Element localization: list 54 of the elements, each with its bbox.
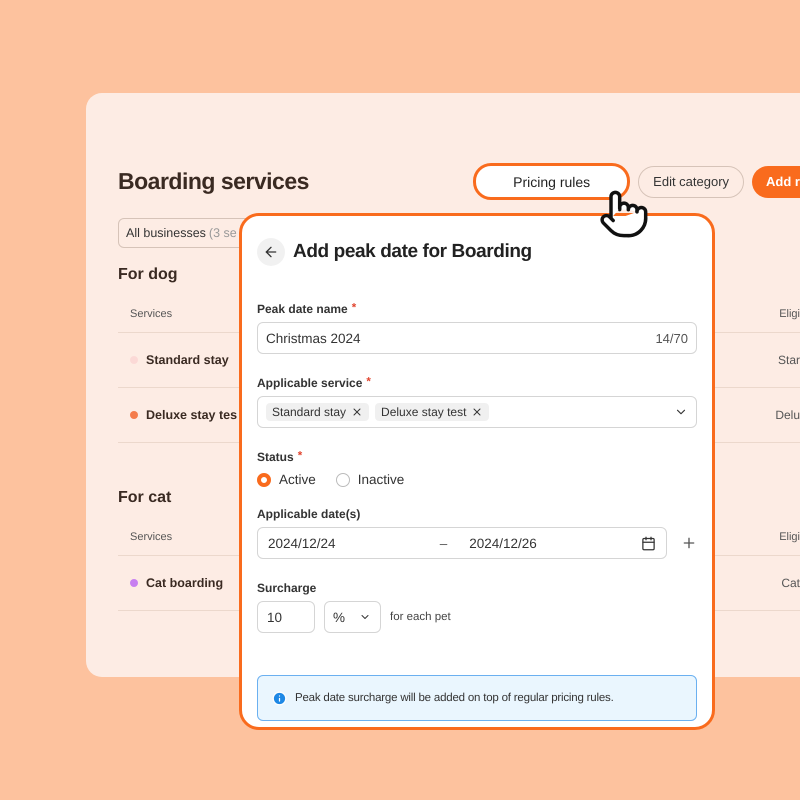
radio-label: Inactive [358, 472, 404, 487]
radio-circle[interactable] [336, 472, 350, 486]
service-name: Standard stay [146, 353, 229, 367]
service-tag: Deluxe stay test [375, 403, 490, 421]
table-cell: Delu [775, 408, 800, 422]
calendar-icon [640, 536, 656, 550]
plus-icon[interactable] [681, 535, 697, 551]
field-label: Peak date name [257, 302, 348, 316]
field-label: Status [257, 450, 294, 464]
start-date: 2024/12/24 [268, 536, 336, 550]
required-asterisk: * [352, 302, 356, 314]
dialog-title: Add peak date for Boarding [293, 241, 532, 263]
field-label: Applicable date(s) [257, 507, 360, 521]
edit-button[interactable]: Edit category [638, 166, 744, 198]
service-name: Cat boarding [146, 576, 224, 590]
status-radio[interactable]: Inactive [336, 472, 404, 487]
table-cell: Cat [781, 576, 800, 590]
back-arrow-icon [263, 244, 279, 260]
service-select[interactable]: Standard stay Deluxe stay test [257, 396, 697, 428]
surcharge-input[interactable]: 10 [257, 601, 315, 633]
name-input[interactable]: Christmas 2024 14/70 [257, 322, 697, 354]
unit-select[interactable]: % [324, 601, 381, 633]
character-counter: 14/70 [655, 330, 688, 346]
info-icon [272, 690, 287, 706]
column-header: Eligi [779, 531, 800, 543]
column-header: Eligi [779, 308, 800, 320]
close-icon[interactable] [471, 406, 484, 418]
table-cell: Star [778, 353, 800, 367]
column-header: Services [130, 308, 172, 320]
column-header: Services [130, 531, 172, 543]
input-value: Christmas 2024 [266, 330, 361, 346]
radio-label: Active [279, 472, 316, 487]
field-label: Surcharge [257, 581, 316, 595]
unit-value: % [333, 610, 346, 624]
page-title: Boarding services [118, 168, 309, 195]
back-button[interactable] [257, 238, 285, 266]
date-range-field[interactable]: 2024/12/24 – 2024/12/26 [257, 527, 667, 559]
required-asterisk: * [366, 376, 371, 388]
filter-value: All businesses [126, 226, 206, 240]
radio-circle[interactable] [257, 472, 271, 486]
surcharge-suffix: for each pet [390, 611, 451, 623]
pricing-rules-button[interactable]: Pricing rules [473, 163, 630, 200]
filter-hint: (3 se [208, 226, 237, 240]
service-name: Deluxe stay tes [146, 408, 238, 422]
notice-text: Peak date surcharge will be added on top of regular pricing rules. [295, 692, 614, 704]
status-radio[interactable]: Active [257, 472, 316, 487]
section-title: For cat [118, 489, 172, 507]
required-asterisk: * [298, 450, 302, 462]
end-date: 2024/12/26 [469, 536, 537, 550]
service-tag: Standard stay [266, 403, 370, 421]
date-separator: – [440, 536, 448, 550]
field-label: Applicable service [257, 376, 362, 390]
close-icon[interactable] [351, 406, 364, 418]
section-title: For dog [118, 266, 178, 284]
